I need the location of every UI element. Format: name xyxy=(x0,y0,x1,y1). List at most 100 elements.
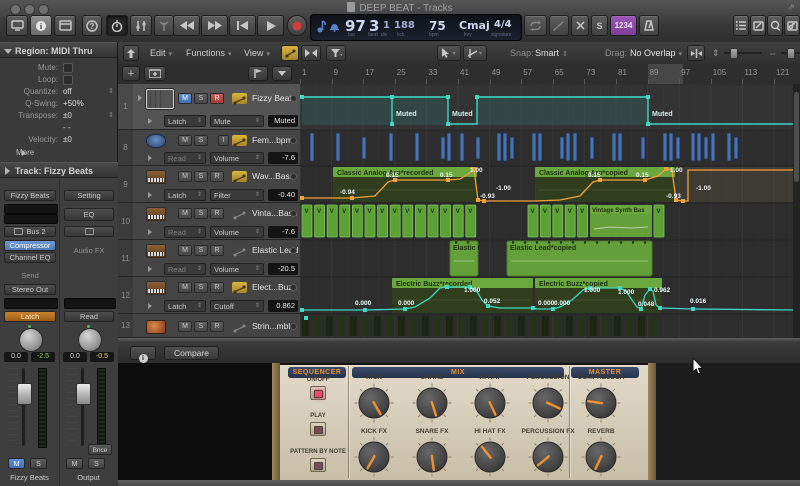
solo-button[interactable]: S xyxy=(194,244,208,256)
param-value[interactable]: off xyxy=(63,87,72,96)
region-body[interactable] xyxy=(398,316,405,336)
lcd-tempo[interactable]: 75 xyxy=(429,19,446,33)
strip-name[interactable]: Fizzy Beats xyxy=(0,473,59,482)
browsers-button[interactable] xyxy=(784,15,800,36)
output-io-slot[interactable] xyxy=(64,226,114,237)
midi-note[interactable] xyxy=(589,136,595,160)
snare-knob[interactable] xyxy=(410,381,454,425)
automation-value-box[interactable]: Muted xyxy=(268,115,298,127)
catch-playhead-button[interactable] xyxy=(687,45,705,61)
fullscreen-icon[interactable]: ⇗ xyxy=(787,2,795,13)
rewind-button[interactable] xyxy=(173,15,200,36)
percussion-fx-knob[interactable] xyxy=(526,435,570,479)
automation-node[interactable] xyxy=(446,95,450,99)
track-header-8[interactable]: 8 MSI Fem...bpm Read⇕ Volume⇕ -7.6 dB xyxy=(118,130,300,174)
play-button[interactable] xyxy=(310,422,326,436)
track-icon-disc[interactable] xyxy=(146,134,166,148)
track-name[interactable]: Fem...bpm xyxy=(252,135,293,145)
midi-note[interactable] xyxy=(440,136,446,160)
track-automation-icon[interactable] xyxy=(232,207,247,219)
reverb-knob[interactable] xyxy=(579,435,623,479)
midi-region-tint[interactable] xyxy=(477,96,648,125)
drag-menu[interactable]: No Overlap ▾ xyxy=(630,46,682,60)
track-automation-icon[interactable] xyxy=(232,281,247,293)
param-value[interactable]: - - xyxy=(63,123,71,132)
automation-value-box[interactable]: 0.862 xyxy=(268,299,298,312)
region-body[interactable] xyxy=(650,316,657,336)
automation-node[interactable] xyxy=(350,196,354,200)
secondary-tool-button[interactable]: ▾ xyxy=(463,45,487,61)
vertical-zoom-thumb[interactable] xyxy=(730,48,738,59)
automation-node[interactable] xyxy=(475,95,479,99)
solo-button[interactable]: S xyxy=(194,281,208,293)
eq-display[interactable] xyxy=(4,204,58,214)
track-on-off-dot[interactable] xyxy=(290,284,297,291)
midi-note[interactable] xyxy=(565,132,571,162)
stop-button[interactable] xyxy=(229,15,256,36)
midi-note[interactable] xyxy=(537,132,543,162)
automation-mode-box[interactable]: Read ⇕ xyxy=(164,152,206,164)
midi-note[interactable] xyxy=(509,136,515,160)
vertical-scrollbar[interactable] xyxy=(793,84,800,338)
stepper-icon[interactable]: ⇕ xyxy=(108,111,114,119)
region-body[interactable] xyxy=(530,316,537,336)
track-automation-icon[interactable] xyxy=(232,244,247,256)
pan-knob[interactable] xyxy=(19,328,43,352)
track-icon-synth[interactable] xyxy=(146,281,166,295)
smart-controls-button[interactable] xyxy=(106,15,128,36)
input-monitor-button[interactable]: I xyxy=(218,134,229,146)
cycle-button[interactable] xyxy=(524,15,547,36)
automation-param-box[interactable]: Cutoff ⇕ xyxy=(210,299,264,312)
midi-note[interactable] xyxy=(572,132,578,162)
compressor-knob[interactable] xyxy=(579,381,623,425)
region-body[interactable] xyxy=(554,316,561,336)
region-param-row[interactable]: Velocity: ±0 xyxy=(0,134,118,146)
volume-value[interactable]: -0.5 xyxy=(90,352,114,362)
param-value[interactable]: +50% xyxy=(63,99,84,108)
fader-track[interactable] xyxy=(81,368,84,446)
group-display[interactable] xyxy=(64,298,116,309)
region-body[interactable] xyxy=(638,316,645,336)
pan-value[interactable]: 0.0 xyxy=(63,352,87,362)
record-enable-button[interactable]: R xyxy=(210,281,224,293)
mute-button[interactable]: M xyxy=(66,458,83,469)
region-body[interactable] xyxy=(374,316,381,336)
record-enable-button[interactable]: R xyxy=(210,320,224,332)
track-icon-synth[interactable] xyxy=(146,244,166,258)
send-label[interactable]: Send xyxy=(4,271,56,280)
track-sort-button[interactable] xyxy=(248,66,268,81)
lcd-tick[interactable]: 188 xyxy=(394,20,415,31)
region-body[interactable] xyxy=(626,316,633,336)
lcd-div[interactable]: 1 xyxy=(383,20,390,31)
kick-knob[interactable] xyxy=(352,381,396,425)
region-param-row[interactable]: - - xyxy=(0,122,118,134)
track-name[interactable]: Wav...Bass xyxy=(252,171,294,181)
mixer-button[interactable] xyxy=(130,15,152,36)
hi-hat-knob[interactable] xyxy=(468,381,512,425)
region-body[interactable] xyxy=(410,316,417,336)
output-slot[interactable]: Stereo Out xyxy=(4,284,56,295)
eq-display[interactable] xyxy=(4,214,58,224)
lcd-display[interactable]: 97 bar 3 beat 1 div 188 tick 75 bpm Cmaj… xyxy=(310,14,522,41)
automation-node[interactable] xyxy=(304,316,308,320)
compare-button[interactable]: Compare xyxy=(164,346,219,360)
record-enable-button[interactable]: R xyxy=(210,207,224,219)
automation-node[interactable] xyxy=(446,122,450,126)
automation-node[interactable] xyxy=(646,95,650,99)
region-body[interactable] xyxy=(446,316,453,336)
volume-fader[interactable] xyxy=(17,383,32,405)
midi-note[interactable] xyxy=(388,132,394,162)
automation-mode-box[interactable]: Latch ⇕ xyxy=(164,188,206,201)
percussion-knob[interactable] xyxy=(526,381,570,425)
solo-button[interactable]: S xyxy=(194,92,208,104)
automation-node[interactable] xyxy=(390,122,394,126)
hi-hat-fx-knob[interactable] xyxy=(468,435,512,479)
automation-param-box[interactable]: Mute ⇕ xyxy=(210,115,264,127)
automation-node[interactable] xyxy=(658,306,662,310)
track-on-off-dot[interactable] xyxy=(290,95,297,102)
track-icon-strings[interactable] xyxy=(146,320,166,334)
record-enable-button[interactable]: R xyxy=(210,244,224,256)
solo-button[interactable]: S xyxy=(194,207,208,219)
track-automation-icon[interactable] xyxy=(232,92,247,104)
pattern-by-note-button[interactable] xyxy=(310,458,326,472)
